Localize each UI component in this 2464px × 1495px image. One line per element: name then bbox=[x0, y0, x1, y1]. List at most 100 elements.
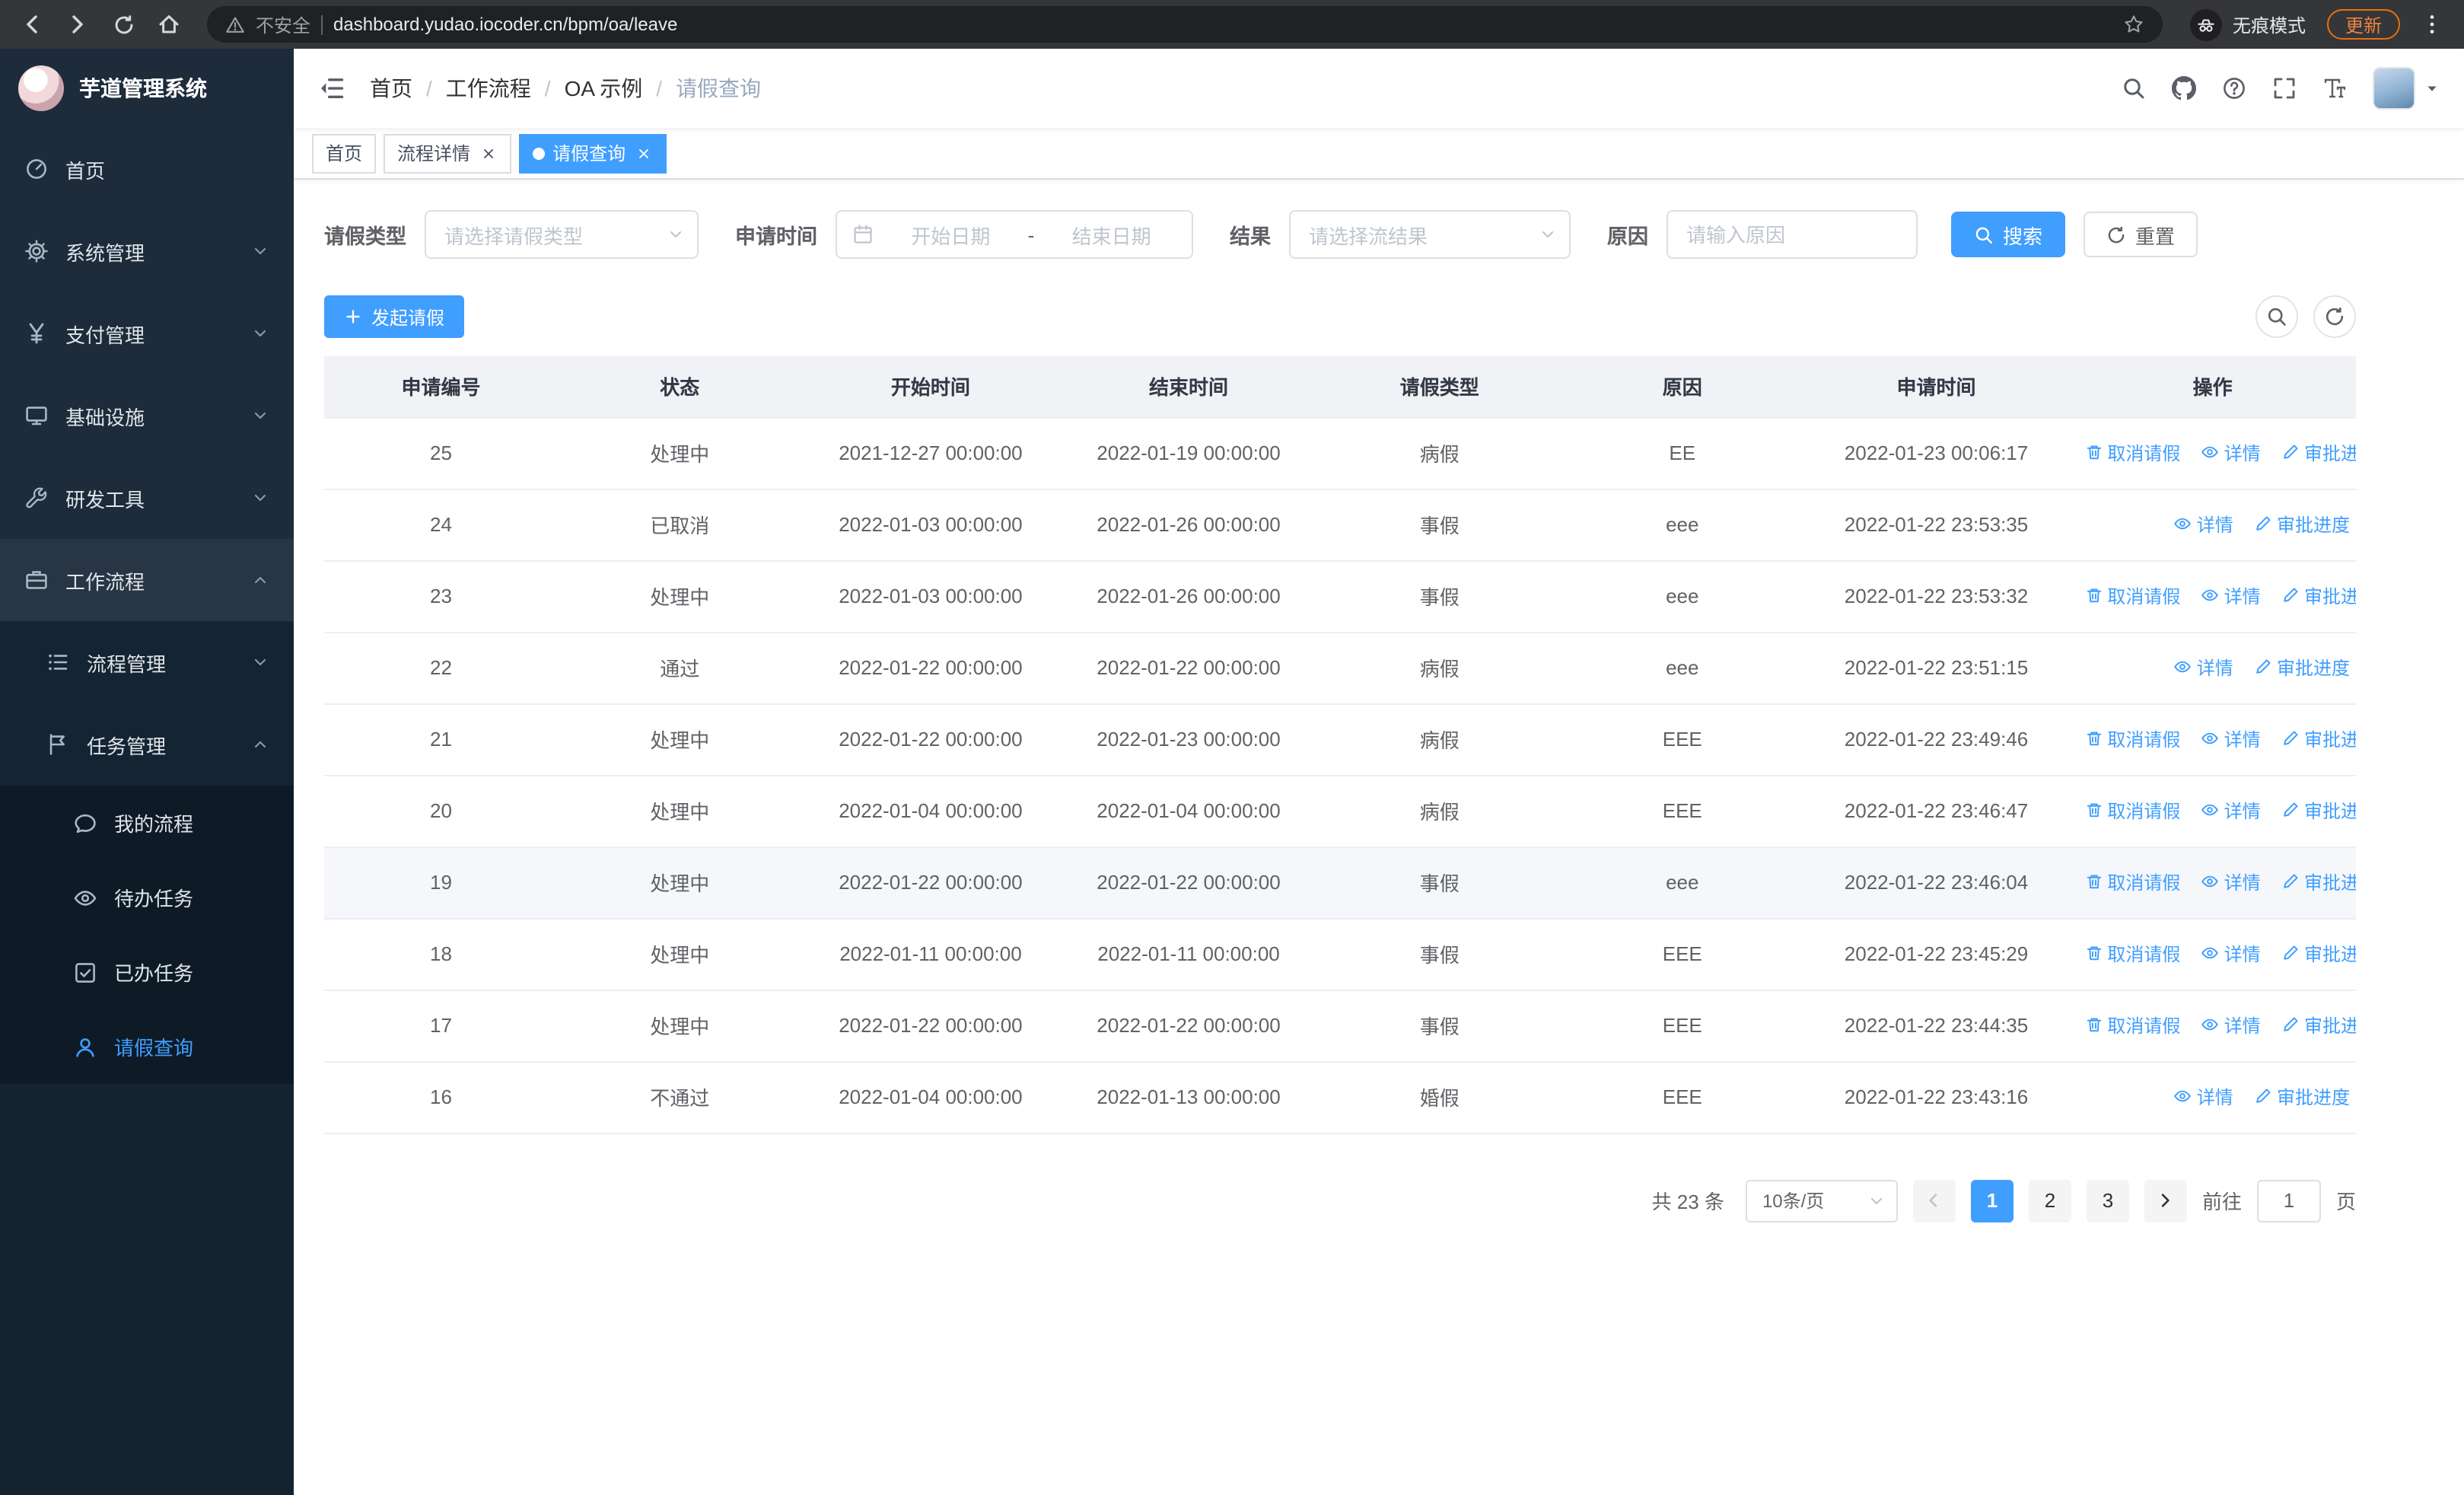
goto-page-input[interactable] bbox=[2256, 1179, 2321, 1222]
page-button-1[interactable]: 1 bbox=[1970, 1179, 2014, 1222]
browser-home-button[interactable] bbox=[149, 5, 189, 44]
approval-progress-link[interactable]: 审批进度 bbox=[2281, 798, 2356, 824]
approval-progress-link[interactable]: 审批进度 bbox=[2281, 941, 2356, 967]
cancel-leave-link[interactable]: 取消请假 bbox=[2084, 869, 2180, 895]
sidebar-item-workflow[interactable]: 工作流程 bbox=[0, 539, 294, 621]
browser-back-button[interactable] bbox=[12, 5, 52, 44]
page-button-2[interactable]: 2 bbox=[2028, 1179, 2071, 1222]
chevron-left-icon bbox=[1924, 1191, 1944, 1210]
browser-reload-button[interactable] bbox=[103, 5, 143, 44]
cell-actions: 取消请假 详情 审批进度 bbox=[2069, 918, 2356, 990]
approval-progress-link[interactable]: 审批进度 bbox=[2254, 1084, 2350, 1110]
toggle-search-button[interactable] bbox=[2255, 295, 2298, 338]
cell-reason: eee bbox=[1561, 560, 1803, 633]
next-page-button[interactable] bbox=[2144, 1179, 2187, 1222]
action-label: 审批进度 bbox=[2303, 728, 2356, 751]
browser-forward-button[interactable] bbox=[58, 5, 97, 44]
cancel-leave-link[interactable]: 取消请假 bbox=[2084, 798, 2180, 824]
detail-link[interactable]: 详情 bbox=[2174, 1084, 2233, 1110]
cancel-leave-link[interactable]: 取消请假 bbox=[2084, 941, 2180, 967]
prev-page-button[interactable] bbox=[1912, 1179, 1956, 1222]
action-label: 审批进度 bbox=[2276, 1086, 2350, 1108]
close-icon[interactable] bbox=[478, 143, 498, 163]
sidebar-item-leave-query[interactable]: 请假查询 bbox=[0, 1009, 294, 1084]
detail-link[interactable]: 详情 bbox=[2201, 583, 2261, 609]
detail-link[interactable]: 详情 bbox=[2201, 440, 2261, 466]
result-select[interactable]: 请选择流结果 bbox=[1289, 210, 1571, 259]
reason-input[interactable] bbox=[1667, 210, 1918, 259]
address-bar[interactable]: 不安全 dashboard.yudao.iocoder.cn/bpm/oa/le… bbox=[207, 6, 2163, 43]
goto-label: 前往 bbox=[2201, 1191, 2242, 1213]
approval-progress-link[interactable]: 审批进度 bbox=[2281, 1012, 2356, 1038]
cell-status: 处理中 bbox=[558, 918, 802, 990]
sidebar-item-system-management[interactable]: 系统管理 bbox=[0, 210, 294, 292]
url-text: dashboard.yudao.iocoder.cn/bpm/oa/leave bbox=[333, 14, 678, 35]
browser-update-chip[interactable]: 更新 bbox=[2326, 9, 2400, 40]
breadcrumb-item[interactable]: 工作流程 bbox=[446, 73, 531, 104]
sidebar-item-dev-tools[interactable]: 研发工具 bbox=[0, 457, 294, 539]
detail-link[interactable]: 详情 bbox=[2201, 941, 2261, 967]
table-row: 20 处理中 2022-01-04 00:00:00 2022-01-04 00… bbox=[324, 775, 2356, 847]
cell-status: 不通过 bbox=[558, 1061, 802, 1133]
edit-icon bbox=[2254, 515, 2272, 534]
detail-link[interactable]: 详情 bbox=[2201, 869, 2261, 895]
header-search-button[interactable] bbox=[2122, 76, 2146, 100]
sidebar-item-home[interactable]: 首页 bbox=[0, 128, 294, 210]
font-size-button[interactable] bbox=[2322, 76, 2347, 100]
page-button-3[interactable]: 3 bbox=[2086, 1179, 2129, 1222]
sidebar-item-payment-management[interactable]: 支付管理 bbox=[0, 292, 294, 375]
search-button[interactable]: 搜索 bbox=[1951, 212, 2066, 257]
detail-link[interactable]: 详情 bbox=[2201, 726, 2261, 752]
tab-leave-query[interactable]: 请假查询 bbox=[519, 133, 667, 173]
cell-leave-type: 病假 bbox=[1317, 775, 1561, 847]
date-range-picker[interactable]: 开始日期 - 结束日期 bbox=[836, 210, 1193, 259]
cancel-leave-link[interactable]: 取消请假 bbox=[2084, 726, 2180, 752]
detail-link[interactable]: 详情 bbox=[2174, 512, 2233, 537]
check-square-icon bbox=[73, 960, 97, 984]
help-button[interactable] bbox=[2222, 76, 2246, 100]
close-icon[interactable] bbox=[633, 143, 653, 163]
github-link[interactable] bbox=[2172, 76, 2196, 100]
approval-progress-link[interactable]: 审批进度 bbox=[2254, 512, 2350, 537]
breadcrumb-item[interactable]: 首页 bbox=[370, 73, 412, 104]
chevron-up-icon bbox=[251, 735, 269, 754]
sidebar-item-my-processes[interactable]: 我的流程 bbox=[0, 786, 294, 860]
cancel-leave-link[interactable]: 取消请假 bbox=[2084, 583, 2180, 609]
approval-progress-link[interactable]: 审批进度 bbox=[2281, 583, 2356, 609]
reset-button[interactable]: 重置 bbox=[2084, 212, 2198, 257]
breadcrumb-item-current: 请假查询 bbox=[676, 76, 762, 100]
user-menu[interactable] bbox=[2373, 67, 2440, 110]
approval-progress-link[interactable]: 审批进度 bbox=[2254, 655, 2350, 681]
cancel-leave-link[interactable]: 取消请假 bbox=[2084, 440, 2180, 466]
bookmark-star-icon[interactable] bbox=[2123, 14, 2144, 35]
create-leave-button[interactable]: 发起请假 bbox=[324, 295, 465, 338]
leave-type-select[interactable]: 请选择请假类型 bbox=[425, 210, 699, 259]
fullscreen-button[interactable] bbox=[2272, 76, 2297, 100]
cell-start-time: 2022-01-03 00:00:00 bbox=[801, 489, 1060, 561]
detail-link[interactable]: 详情 bbox=[2201, 798, 2261, 824]
detail-link[interactable]: 详情 bbox=[2201, 1012, 2261, 1038]
list-icon bbox=[46, 650, 70, 674]
approval-progress-link[interactable]: 审批进度 bbox=[2281, 440, 2356, 466]
cell-actions: 取消请假 详情 审批进度 bbox=[2069, 560, 2356, 633]
breadcrumb-separator: / bbox=[656, 76, 663, 100]
page-size-select[interactable]: 10条/页 bbox=[1745, 1179, 1898, 1222]
sidebar-item-task-management[interactable]: 任务管理 bbox=[0, 703, 294, 786]
approval-progress-link[interactable]: 审批进度 bbox=[2281, 869, 2356, 895]
sidebar-item-todo-tasks[interactable]: 待办任务 bbox=[0, 860, 294, 935]
kebab-menu-icon bbox=[2420, 12, 2444, 37]
tab-home[interactable]: 首页 bbox=[312, 133, 377, 173]
tab-process-detail[interactable]: 流程详情 bbox=[384, 133, 512, 173]
breadcrumb-item[interactable]: OA 示例 bbox=[565, 73, 643, 104]
calendar-icon bbox=[852, 224, 874, 245]
refresh-table-button[interactable] bbox=[2313, 295, 2356, 338]
sidebar-item-process-management[interactable]: 流程管理 bbox=[0, 621, 294, 703]
eye-icon bbox=[2174, 658, 2192, 677]
sidebar-item-infrastructure[interactable]: 基础设施 bbox=[0, 375, 294, 457]
detail-link[interactable]: 详情 bbox=[2174, 655, 2233, 681]
sidebar-item-finished-tasks[interactable]: 已办任务 bbox=[0, 935, 294, 1009]
approval-progress-link[interactable]: 审批进度 bbox=[2281, 726, 2356, 752]
sidebar-collapse-button[interactable] bbox=[318, 75, 345, 102]
cancel-leave-link[interactable]: 取消请假 bbox=[2084, 1012, 2180, 1038]
browser-menu-button[interactable] bbox=[2412, 5, 2452, 44]
